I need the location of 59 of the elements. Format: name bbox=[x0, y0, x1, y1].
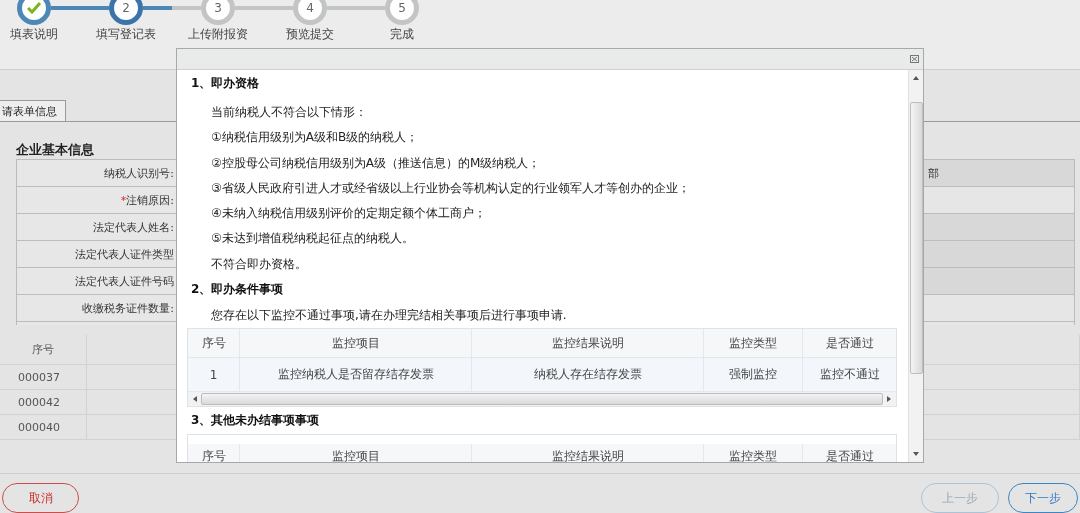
paragraph: ③省级人民政府引进人才或经省级以上行业协会等机构认定的行业领军人才等创办的企业； bbox=[210, 179, 691, 197]
column-header: 监控类型 bbox=[703, 329, 802, 358]
table-cell: 000037 bbox=[0, 365, 87, 389]
paragraph: 不符合即办资格。 bbox=[210, 255, 308, 273]
step-circle: 2 bbox=[109, 0, 143, 25]
scroll-down-icon[interactable] bbox=[912, 450, 920, 458]
scroll-thumb[interactable] bbox=[201, 393, 883, 406]
column-header: 监控结果说明 bbox=[471, 329, 703, 358]
column-header: 序号 bbox=[200, 334, 227, 352]
field-label: 法定代表人证件类型 bbox=[75, 246, 174, 262]
scroll-left-icon[interactable] bbox=[191, 395, 199, 404]
field-label: 法定代表人姓名: bbox=[93, 219, 174, 235]
paragraph: ⑤未达到增值税纳税起征点的纳税人。 bbox=[210, 230, 415, 248]
field-label: 纳税人识别号: bbox=[104, 165, 174, 181]
paragraph: ④未纳入纳税信用级别评价的定期定额个体工商户； bbox=[210, 205, 487, 223]
column-header: 序号 bbox=[200, 447, 227, 462]
table-cell: 000040 bbox=[0, 415, 87, 439]
section-title: 企业基本信息 bbox=[16, 141, 95, 160]
required-mark: * bbox=[120, 193, 127, 207]
paragraph: ②控股母公司纳税信用级别为A级（推送信息）的M级纳税人； bbox=[210, 154, 542, 172]
scroll-thumb[interactable] bbox=[909, 102, 923, 374]
column-header: 监控项目 bbox=[239, 329, 471, 358]
table-cell: 强制监控 bbox=[703, 358, 802, 392]
column-header: 是否通过 bbox=[802, 329, 896, 358]
step-label: 预览提交 bbox=[285, 26, 335, 42]
tab[interactable]: 请表单信息 bbox=[0, 100, 66, 122]
section-title: 3、其他未办结事项事项 bbox=[190, 412, 321, 430]
paragraph: 当前纳税人不符合以下情形： bbox=[210, 104, 368, 121]
close-icon[interactable] bbox=[910, 55, 919, 63]
column-header: 是否通过 bbox=[802, 444, 896, 462]
table-cell: 000042 bbox=[0, 390, 87, 414]
step-circle: 3 bbox=[201, 0, 235, 25]
table-cell: 纳税人存在结存发票 bbox=[471, 358, 703, 392]
field-value: 部 bbox=[928, 165, 939, 181]
field-label: 法定代表人证件号码 bbox=[75, 273, 174, 289]
horizontal-scrollbar[interactable] bbox=[188, 392, 896, 407]
step-label: 完成 bbox=[389, 26, 415, 42]
step-circle: 5 bbox=[385, 0, 419, 25]
column-header: 监控项目 bbox=[239, 444, 471, 462]
column-header: 监控类型 bbox=[703, 444, 802, 462]
paragraph: ①纳税信用级别为A级和B级的纳税人； bbox=[210, 129, 420, 147]
vertical-scrollbar[interactable] bbox=[908, 70, 923, 462]
step-label: 上传附报资 bbox=[187, 26, 249, 42]
scroll-right-icon[interactable] bbox=[885, 395, 893, 404]
step-label: 填表说明 bbox=[9, 26, 59, 42]
check-icon bbox=[27, 2, 41, 14]
table-cell: 监控不通过 bbox=[802, 358, 896, 392]
section-title: 1、即办资格 bbox=[190, 75, 261, 92]
step-circle: 4 bbox=[293, 0, 327, 25]
notice-text: 您存在以下监控不通过事项,请在办理完结相关事项后进行事项申请. bbox=[210, 307, 568, 325]
column-header: 序号 bbox=[0, 335, 87, 364]
step-label: 填写登记表 bbox=[95, 26, 157, 42]
table-cell: 监控纳税人是否留存结存发票 bbox=[239, 358, 471, 392]
field-label: 注销原因: bbox=[126, 192, 174, 208]
section-title: 2、即办条件事项 bbox=[190, 281, 285, 299]
column-header: 监控结果说明 bbox=[471, 444, 703, 462]
field-label: 收缴税务证件数量: bbox=[82, 300, 174, 316]
table-cell-text: 1 bbox=[208, 366, 219, 384]
scroll-up-icon[interactable] bbox=[912, 74, 920, 82]
